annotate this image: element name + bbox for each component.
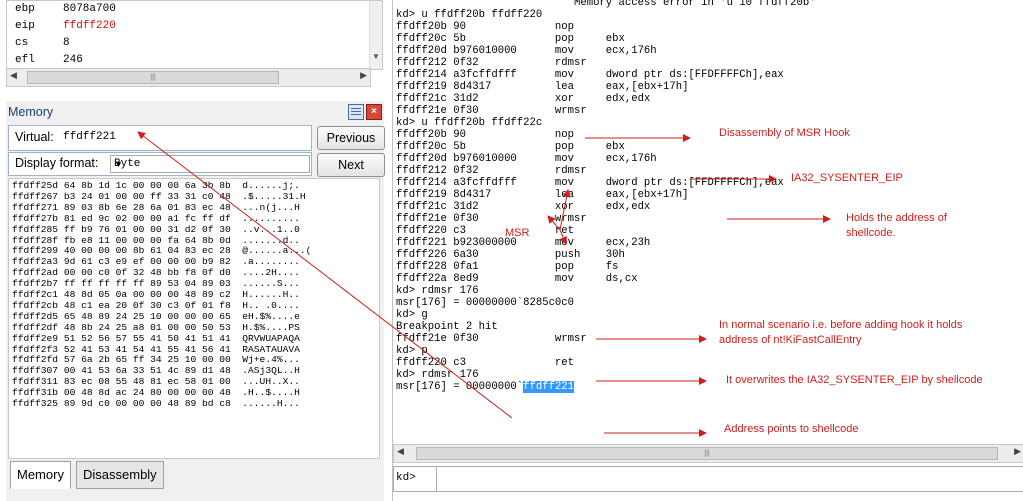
output-line: ffdff20d b976010000 mov ecx,176h [396,153,657,165]
memory-dump[interactable]: ffdff25d 64 8b 1d 1c 00 00 00 6a 3b 8b d… [8,178,380,459]
scrollbar-thumb[interactable]: ||| [27,71,279,84]
memory-row: ffdff2df 48 8b 24 25 a8 01 00 00 50 53 H… [12,321,300,333]
output-line: ffdff21c 31d2 xor edx,edx [396,201,651,213]
scroll-down-arrow-icon[interactable]: ▼ [372,52,380,61]
output-line: ffdff214 a3fcffdfff mov dword ptr ds:[FF… [396,177,784,189]
output-line: ffdff22a 8ed9 mov ds,cx [396,273,638,285]
register-row[interactable]: cs 8 [7,35,370,52]
annotation-ia32-sysenter-eip: IA32_SYSENTER_EIP [791,172,903,184]
output-line: msr[176] = 00000000`8285c0c0 [396,297,575,309]
register-name: cs [15,37,29,49]
scroll-right-arrow-icon[interactable]: ▶ [360,70,367,81]
memory-window: Memory × Virtual: Previous Display forma… [6,101,385,501]
registers-horizontal-scrollbar[interactable]: ◀ ||| ▶ [6,68,371,87]
output-line: ffdff212 0f32 rdmsr [396,57,587,69]
output-line: ffdff214 a3fcffdfff mov dword ptr ds:[FF… [396,69,784,81]
output-line: kd> g [396,309,428,321]
scrollbar-thumb[interactable]: ||| [416,447,998,460]
output-line: Breakpoint 2 hit [396,321,498,333]
output-line: ffdff20b 90 nop [396,21,575,33]
memory-row: ffdff325 89 9d c0 00 00 00 48 89 bd c8 .… [12,398,300,409]
register-value: 8 [63,37,70,49]
output-line: ffdff21e 0f30 wrmsr [396,105,587,117]
output-prefix: msr[176] = 00000000` [396,381,524,393]
register-name: eip [15,20,35,32]
output-line: Memory access error in 'u 10 ffdff20b' [396,0,816,9]
registers-window: ebp 8078a700 eip ffdff220 cs 8 efl 246 ▼ [6,0,383,70]
output-line: ffdff20d b976010000 mov ecx,176h [396,45,657,57]
display-format-bar: Display format: Byte ▼ [8,152,312,176]
command-horizontal-scrollbar[interactable]: ◀ ||| ▶ [393,444,1023,463]
memory-row: ffdff2e9 51 52 56 57 55 41 50 41 51 41 Q… [12,332,300,344]
left-pane: ebp 8078a700 eip ffdff220 cs 8 efl 246 ▼… [0,0,388,501]
virtual-address-bar: Virtual: [8,125,312,151]
output-line: kd> u ffdff20b ffdff22c [396,117,543,129]
output-line: ffdff21e 0f30 wrmsr [396,213,587,225]
previous-button[interactable]: Previous [317,126,385,150]
memory-row: ffdff285 ff b9 76 01 00 00 31 d2 0f 30 .… [12,223,300,235]
registers-vertical-scrollbar[interactable]: ▼ [369,1,382,69]
register-value: ffdff220 [63,20,116,32]
tab-disassembly[interactable]: Disassembly [76,461,164,489]
output-line: ffdff220 c3 ret [396,357,575,369]
output-line: kd> u ffdff20b ffdff220 [396,9,543,21]
annotation-msr: MSR [505,227,530,239]
output-line: ffdff20c 5b pop ebx [396,141,625,153]
output-line: ffdff220 c3 ret [396,225,575,237]
command-prompt-bar: kd> [393,466,1023,492]
display-format-label: Display format: [15,156,99,170]
scroll-left-arrow-icon[interactable]: ◀ [10,70,17,81]
annotation-overwrites-sysenter: It overwrites the IA32_SYSENTER_EIP by s… [726,374,983,386]
annotation-address-points-shellcode: Address points to shellcode [724,423,859,435]
window-options-icon[interactable] [348,104,364,120]
command-window: Memory access error in 'u 10 ffdff20b' k… [392,0,1023,501]
virtual-label: Virtual: [15,130,54,144]
output-line: kd> rdmsr 176 [396,285,479,297]
output-line: ffdff20c 5b pop ebx [396,33,625,45]
output-line: kd> p [396,345,428,357]
scroll-right-arrow-icon[interactable]: ▶ [1014,446,1021,457]
chevron-down-icon: ▼ [114,159,123,169]
selected-address[interactable]: ffdff221 [523,381,575,393]
output-line: ffdff226 6a30 push 30h [396,249,625,261]
memory-tabbar: Memory Disassembly [8,461,380,489]
output-line: ffdff228 0fa1 pop fs [396,261,619,273]
register-name: ebp [15,3,35,15]
tab-memory[interactable]: Memory [10,461,71,489]
register-row[interactable]: eip ffdff220 [7,18,370,35]
output-line: ffdff21c 31d2 xor edx,edx [396,93,651,105]
register-value: 8078a700 [63,3,116,15]
display-format-select[interactable]: Byte ▼ [110,155,310,173]
scroll-left-arrow-icon[interactable]: ◀ [397,446,404,457]
memory-row: ffdff27b 81 ed 9c 02 00 00 a1 fc ff df .… [12,212,300,224]
register-value: 246 [63,54,83,66]
output-line: ffdff21e 0f30 wrmsr [396,333,587,345]
next-button[interactable]: Next [317,153,385,177]
annotation-disassembly-msr-hook: Disassembly of MSR Hook [719,127,850,139]
register-row[interactable]: efl 246 [7,52,370,69]
output-line: ffdff212 0f32 rdmsr [396,165,587,177]
virtual-address-input[interactable] [63,128,303,146]
memory-window-title: Memory [8,105,54,119]
register-name: efl [15,54,35,66]
output-line: kd> rdmsr 176 [396,369,479,381]
command-input[interactable] [436,467,1023,491]
output-line: ffdff219 8d4317 lea eax,[ebx+17h] [396,81,689,93]
output-line: ffdff219 8d4317 lea eax,[ebx+17h] [396,189,689,201]
annotation-normal-scenario: In normal scenario i.e. before adding ho… [719,319,963,346]
annotation-holds-shellcode-address: Holds the address of shellcode. [846,212,947,239]
close-icon[interactable]: × [366,104,382,120]
output-line: ffdff20b 90 nop [396,129,575,141]
prompt-label: kd> [396,472,416,484]
output-line: msr[176] = 00000000`ffdff221 [396,381,575,393]
register-row[interactable]: ebp 8078a700 [7,1,370,18]
